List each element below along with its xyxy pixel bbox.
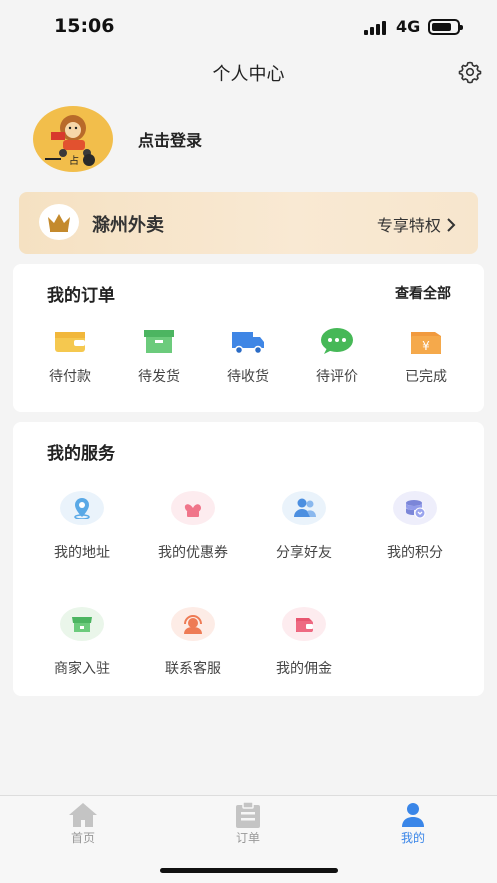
service-label: 我的积分 <box>387 545 443 561</box>
vip-title: 滁州外卖 <box>92 215 164 236</box>
avatar[interactable]: 占 <box>33 106 113 172</box>
order-pending-payment[interactable]: 待付款 <box>30 326 110 386</box>
order-pending-shipment[interactable]: 待发货 <box>119 326 199 386</box>
svg-text:占: 占 <box>69 154 79 167</box>
view-all-orders-link[interactable]: 查看全部 <box>395 283 451 303</box>
order-label: 已完成 <box>405 369 447 385</box>
vip-banner[interactable]: 滁州外卖 专享特权 <box>19 192 478 254</box>
gear-icon[interactable] <box>458 60 482 84</box>
order-label: 待评价 <box>316 369 358 385</box>
service-label: 分享好友 <box>276 545 332 561</box>
service-label: 我的地址 <box>54 545 110 561</box>
crown-icon <box>39 204 79 240</box>
clipboard-icon <box>208 802 288 828</box>
tab-home[interactable]: 首页 <box>43 802 123 846</box>
service-label: 我的佣金 <box>276 661 332 677</box>
home-indicator <box>160 868 338 873</box>
order-label: 待付款 <box>49 369 91 385</box>
service-points[interactable]: 我的积分 <box>360 491 470 562</box>
truck-icon <box>208 326 288 356</box>
svg-text:¥: ¥ <box>422 339 430 353</box>
vip-privilege-link[interactable]: 专享特权 <box>377 212 456 236</box>
vip-link-label: 专享特权 <box>376 216 441 235</box>
chevron-right-icon <box>446 216 456 235</box>
services-title: 我的服务 <box>47 444 115 464</box>
service-label: 商家入驻 <box>54 661 110 677</box>
order-pending-review[interactable]: 待评价 <box>297 326 377 386</box>
network-label: 4G <box>396 17 421 36</box>
home-icon <box>43 802 123 828</box>
status-bar: 15:06 4G <box>0 0 497 52</box>
service-merchant-join[interactable]: 商家入驻 <box>27 607 137 678</box>
page-title: 个人中心 <box>212 64 285 85</box>
service-customer-support[interactable]: 联系客服 <box>138 607 248 678</box>
service-commission[interactable]: 我的佣金 <box>249 607 359 678</box>
chat-bubble-icon <box>297 326 377 356</box>
battery-icon <box>428 19 463 35</box>
status-time: 15:06 <box>54 15 115 37</box>
order-completed[interactable]: ¥ 已完成 <box>386 326 466 386</box>
orders-title: 我的订单 <box>47 286 115 306</box>
service-label: 联系客服 <box>165 661 221 677</box>
tab-orders[interactable]: 订单 <box>208 802 288 846</box>
login-prompt[interactable]: 点击登录 <box>138 127 202 151</box>
user-icon <box>373 802 453 828</box>
service-share-friends[interactable]: 分享好友 <box>249 491 359 562</box>
service-address[interactable]: 我的地址 <box>27 491 137 562</box>
signal-icon <box>364 21 390 35</box>
order-label: 待收货 <box>227 369 269 385</box>
tab-label: 订单 <box>235 831 260 845</box>
yen-bag-icon: ¥ <box>386 326 466 356</box>
tab-profile[interactable]: 我的 <box>373 802 453 846</box>
wallet-icon <box>30 326 110 356</box>
tab-label: 我的 <box>400 831 425 845</box>
order-pending-receipt[interactable]: 待收货 <box>208 326 288 386</box>
services-card: 我的服务 我的地址 我的优惠券 分享好友 我的积分 商家入驻 联系客服 我的佣金 <box>13 422 484 696</box>
tab-label: 首页 <box>70 831 95 845</box>
service-coupons[interactable]: 我的优惠券 <box>138 491 248 562</box>
service-label: 我的优惠券 <box>158 545 228 561</box>
box-icon <box>119 326 199 356</box>
order-label: 待发货 <box>138 369 180 385</box>
orders-card: 我的订单 查看全部 待付款 待发货 待收货 待评价 ¥ 已完成 <box>13 264 484 412</box>
